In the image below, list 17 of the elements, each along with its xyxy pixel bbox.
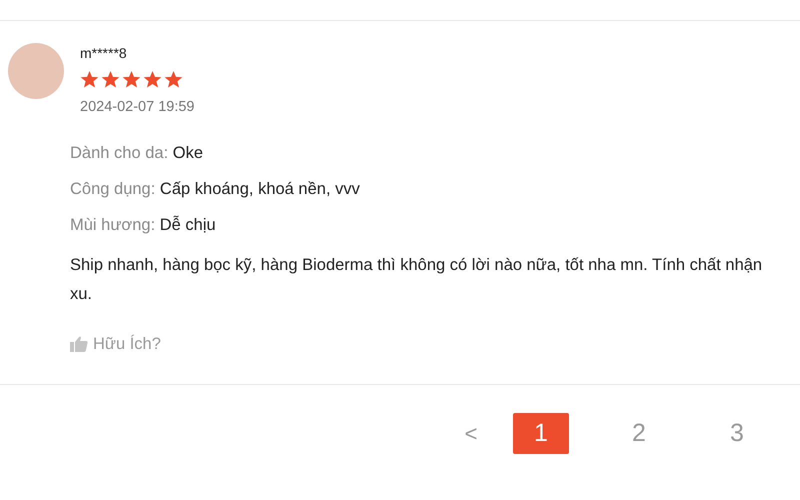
review-text: Ship nhanh, hàng bọc kỹ, hàng Bioderma thì không có lời nào nữa, tốt nha mn. Tính chất nhận xu. xyxy=(70,254,764,305)
page-button[interactable]: 1 xyxy=(513,413,569,454)
attribute-line: Mùi hương: Dễ chịu xyxy=(70,214,217,235)
star-icon xyxy=(122,70,141,89)
star-icon xyxy=(143,70,162,89)
star-icon xyxy=(101,70,120,89)
page-button[interactable]: 3 xyxy=(709,413,765,454)
thumbs-up-icon xyxy=(70,336,88,352)
previous-page-button[interactable]: < xyxy=(443,413,499,454)
attribute-line: Dành cho da: Oke xyxy=(70,142,204,163)
star-icon xyxy=(80,70,99,89)
page-button[interactable]: 2 xyxy=(611,413,667,454)
star-icon xyxy=(164,70,183,89)
username: m*****8 xyxy=(80,44,128,62)
review-date: 2024-02-07 19:59 xyxy=(80,98,194,117)
helpful-button[interactable]: Hữu Ích? xyxy=(70,332,161,356)
attribute-line: Công dụng: Cấp khoáng, khoá nền, vvv xyxy=(70,178,361,199)
